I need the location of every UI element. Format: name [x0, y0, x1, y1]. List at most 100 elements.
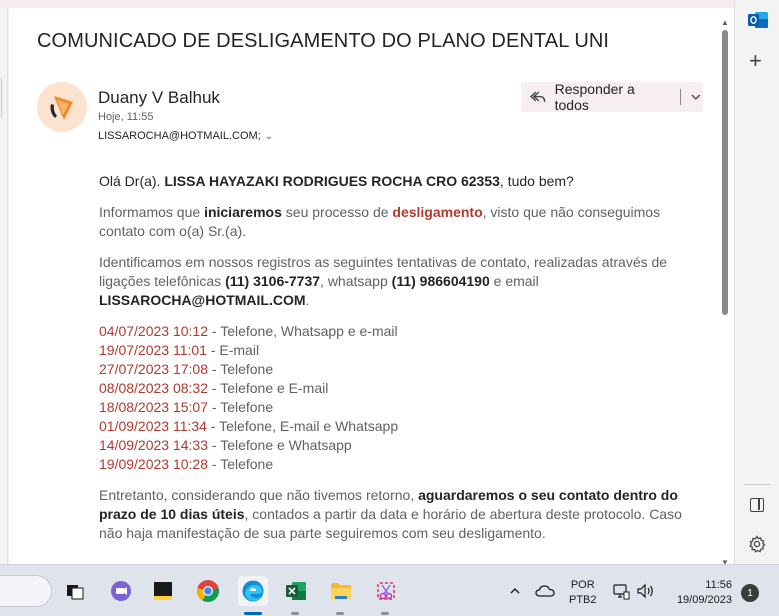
greeting-prefix: Olá Dr(a).	[99, 173, 165, 189]
list-edge-mark	[1, 78, 5, 118]
recipient-email[interactable]: LISSAROCHA@HOTMAIL.COM;	[98, 130, 261, 142]
scrollbar-thumb[interactable]	[722, 30, 728, 315]
recipient-name: LISSA HAYAZAKI RODRIGUES ROCHA CRO 62353	[164, 173, 500, 189]
keyboard-layout: PTB2	[569, 594, 597, 606]
running-app-indicator	[291, 612, 299, 615]
active-app-indicator	[244, 612, 262, 615]
side-panel-icon[interactable]	[750, 498, 764, 512]
add-icon[interactable]: +	[749, 50, 762, 72]
email-subject: COMUNICADO DE DESLIGAMENTO DO PLANO DENT…	[37, 30, 610, 52]
attempt-date: 08/08/2023 08:32	[99, 380, 208, 396]
list-item: 14/09/2023 14:33 - Telefone e Whatsapp	[99, 436, 699, 455]
scroll-up-icon[interactable]: ▲	[721, 18, 729, 27]
excel-glyph	[286, 582, 306, 600]
attempt-channel: - Telefone	[208, 456, 274, 472]
attempt-channel: - E-mail	[206, 342, 260, 358]
attempt-date: 18/08/2023 15:07	[99, 399, 208, 415]
task-view-icon[interactable]	[61, 577, 89, 605]
sender-name[interactable]: Duany V Balhuk	[98, 88, 220, 108]
input-language[interactable]: POR PTB2	[569, 578, 597, 608]
taskbar: POR PTB2 11:56 19/09/2023 1	[0, 564, 779, 616]
file-explorer-icon[interactable]	[327, 577, 355, 605]
vertical-scrollbar[interactable]: ▲ ▼	[721, 18, 729, 564]
attempt-date: 04/07/2023 10:12	[99, 323, 208, 339]
chevron-up-icon[interactable]	[501, 577, 529, 605]
attempt-channel: - Telefone	[208, 361, 274, 377]
bold-text: iniciaremos	[204, 204, 282, 220]
clock-date: 19/09/2023	[676, 594, 732, 606]
sticky-notes-icon[interactable]	[149, 577, 177, 605]
attempt-date: 14/09/2023 14:33	[99, 437, 208, 453]
running-app-indicator	[336, 612, 344, 615]
attempt-channel: - Telefone e Whatsapp	[208, 437, 352, 453]
reading-pane: COMUNICADO DE DESLIGAMENTO DO PLANO DENT…	[9, 8, 734, 564]
paragraph-contacts: Identificamos em nossos registros as seg…	[99, 253, 699, 310]
attempt-channel: - Telefone, Whatsapp e e-mail	[208, 323, 398, 339]
rail-divider	[744, 484, 771, 485]
edge-icon[interactable]	[238, 576, 268, 606]
list-item: 04/07/2023 10:12 - Telefone, Whatsapp e …	[99, 322, 699, 341]
chat-glyph	[111, 581, 131, 601]
excel-icon[interactable]	[282, 577, 310, 605]
snipping-glyph	[377, 582, 395, 600]
reply-all-button[interactable]: Responder a todos	[521, 81, 703, 113]
message-list-edge[interactable]	[0, 8, 8, 564]
attempt-channel: - Telefone	[208, 399, 274, 415]
attempt-list: 04/07/2023 10:12 - Telefone, Whatsapp e …	[99, 322, 699, 474]
gear-icon[interactable]	[748, 535, 766, 553]
task-view-glyph	[67, 585, 84, 600]
phone-number: (11) 3106-7737	[225, 273, 321, 289]
whatsapp-number: (11) 986604190	[391, 273, 490, 289]
network-glyph	[613, 584, 630, 600]
outlook-icon[interactable]	[747, 10, 769, 30]
attempt-date: 19/09/2023 10:28	[99, 456, 208, 472]
button-separator	[680, 89, 682, 105]
recipient-line[interactable]: LISSAROCHA@HOTMAIL.COM; ⌄	[98, 130, 273, 142]
reply-all-label: Responder a todos	[554, 81, 635, 113]
text: , whatsapp	[320, 273, 392, 289]
paragraph-deadline: Entretanto, considerando que não tivemos…	[99, 486, 699, 543]
snipping-tool-icon[interactable]	[372, 577, 400, 605]
onedrive-glyph	[535, 585, 555, 597]
list-item: 08/08/2023 08:32 - Telefone e E-mail	[99, 379, 699, 398]
attempt-date: 27/07/2023 17:08	[99, 361, 208, 377]
text: Informamos que	[99, 204, 205, 220]
taskbar-search-stub[interactable]	[0, 575, 52, 607]
paragraph-intro: Informamos que iniciaremos seu processo …	[99, 203, 699, 241]
attempt-channel: - Telefone e E-mail	[208, 380, 329, 396]
speaker-glyph	[637, 583, 653, 599]
folder-glyph	[331, 583, 351, 599]
email-timestamp: Hoje, 11:55	[98, 111, 154, 123]
chevron-down-icon[interactable]: ⌄	[265, 131, 273, 142]
greeting: Olá Dr(a). LISSA HAYAZAKI RODRIGUES ROCH…	[99, 172, 699, 191]
sender-avatar[interactable]	[37, 82, 87, 132]
attempt-channel: - Telefone, E-mail e Whatsapp	[206, 418, 399, 434]
list-item: 19/07/2023 11:01 - E-mail	[99, 341, 699, 360]
right-rail: +	[734, 0, 779, 564]
chevron-down-icon[interactable]	[689, 90, 703, 104]
cloud-icon[interactable]	[531, 577, 559, 605]
network-icon[interactable]	[607, 577, 635, 605]
sender-logo-icon	[37, 82, 87, 132]
list-item: 19/09/2023 10:28 - Telefone	[99, 455, 699, 474]
contact-email: LISSAROCHA@HOTMAIL.COM	[99, 292, 306, 308]
attempt-date: 01/09/2023 11:34	[99, 418, 207, 434]
reply-all-icon	[529, 91, 546, 102]
teams-chat-icon[interactable]	[107, 577, 135, 605]
clock-time: 11:56	[705, 579, 732, 591]
list-item: 01/09/2023 11:34 - Telefone, E-mail e Wh…	[99, 417, 699, 436]
text: e email	[489, 273, 539, 289]
text: Entretanto, considerando que não tivemos…	[99, 487, 419, 503]
list-item: 18/08/2023 15:07 - Telefone	[99, 398, 699, 417]
notification-badge[interactable]: 1	[741, 584, 759, 602]
highlight-text: desligamento	[392, 204, 483, 220]
email-body: Olá Dr(a). LISSA HAYAZAKI RODRIGUES ROCH…	[99, 172, 699, 555]
sticky-notes-glyph	[154, 582, 172, 600]
chrome-glyph	[197, 580, 219, 602]
chrome-icon[interactable]	[194, 577, 222, 605]
tray-overflow-glyph	[510, 588, 520, 594]
system-clock[interactable]: 11:56 19/09/2023	[667, 578, 732, 608]
volume-icon[interactable]	[632, 577, 660, 605]
running-app-indicator	[381, 612, 389, 615]
greeting-suffix: , tudo bem?	[499, 173, 574, 189]
